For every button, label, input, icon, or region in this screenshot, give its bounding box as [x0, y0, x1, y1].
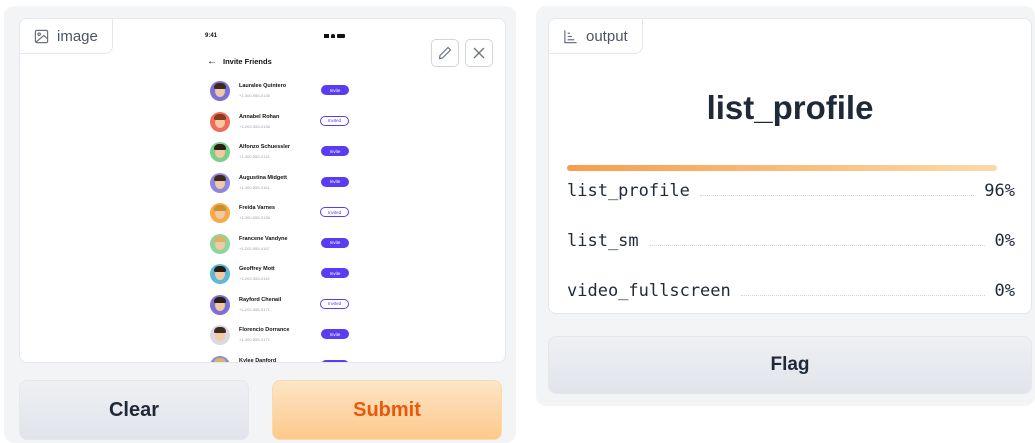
confidence-label: list_profile: [567, 181, 690, 201]
avatar: [210, 325, 230, 345]
avatar: [210, 264, 230, 284]
friend-row: Kylee Danford+1-202-555-0167Invite: [210, 355, 350, 363]
invite-button: Invite: [321, 176, 349, 187]
friend-row: Francene Vandyne +1-202-555-0167 Invite: [210, 233, 350, 265]
battery-icon: [337, 34, 345, 38]
confidence-value: 0%: [994, 281, 1015, 301]
invite-button: Invite: [321, 146, 349, 156]
output-label: output: [549, 19, 643, 54]
invite-button: Invite: [321, 329, 349, 339]
friend-phone: +1-202-555-0171: [239, 306, 270, 312]
friend-name: Rayford Chenail: [239, 296, 282, 303]
friend-row: Lauralee Quintero +1-300-555-0136 Invite: [210, 81, 350, 112]
signal-icon: [324, 34, 329, 38]
confidence-value: 96%: [984, 181, 1015, 201]
predicted-label: list_profile: [706, 89, 874, 126]
output-label-text: output: [586, 27, 628, 45]
confidence-label: video_fullscreen: [567, 281, 731, 301]
remove-image-button[interactable]: [465, 39, 493, 67]
friend-row: Augustina Midgett +1-300-555-0161 Invite: [210, 172, 350, 204]
invite-button: Invite: [321, 85, 349, 95]
dotted-leader: [648, 245, 985, 246]
invite-button: Invite: [321, 268, 349, 278]
avatar: [210, 172, 230, 193]
avatar: [210, 355, 230, 362]
invited-button: Invited: [320, 207, 349, 217]
friend-phone: +1-202-555-0136: [239, 123, 270, 129]
avatar: [210, 111, 230, 132]
confidence-row: list_profile 96%: [567, 177, 1015, 201]
uploaded-screenshot: 9:41 ← Invite Friends Lauralee Quintero +…: [185, 19, 349, 362]
back-arrow-icon: ←: [207, 56, 217, 67]
friend-name: Annabel Rohan: [239, 113, 280, 120]
close-icon: [473, 47, 485, 59]
status-icons: [324, 34, 345, 38]
friend-phone: +1-300-555-0171: [239, 337, 270, 342]
edit-button[interactable]: [431, 39, 459, 67]
avatar: [210, 233, 230, 254]
bar-chart-icon: [564, 29, 577, 43]
friend-row: Freida Varnes +1-300-555-0136 Invited: [210, 203, 350, 234]
dotted-leader: [699, 195, 975, 196]
friend-phone: +1-300-555-0161: [239, 184, 270, 190]
avatar: [210, 142, 230, 162]
clear-button[interactable]: Clear: [19, 380, 249, 440]
phone-status-bar: 9:41: [205, 33, 345, 43]
phone-nav-bar: ← Invite Friends: [207, 56, 272, 67]
label-output: output list_profile list_profile 96% lis…: [548, 18, 1032, 314]
invited-button: Invited: [320, 298, 349, 309]
output-panel: output list_profile list_profile 96% lis…: [536, 6, 1035, 406]
friend-list: Lauralee Quintero +1-300-555-0136 Invite An…: [210, 81, 350, 363]
phone-screen-title: Invite Friends: [223, 57, 272, 66]
submit-button[interactable]: Submit: [272, 380, 502, 440]
friend-name: Lauralee Quintero: [239, 83, 287, 89]
input-panel: image 9:41 ← Invite Friends Lauralee Qui…: [4, 6, 516, 443]
friend-row: Florencio Dorrance +1-300-555-0171 Invite: [210, 325, 350, 356]
friend-name: Augustina Midgett: [239, 174, 287, 181]
invite-button: Invite: [321, 359, 349, 362]
pencil-icon: [438, 46, 452, 60]
friend-name: Freida Varnes: [239, 205, 276, 211]
image-label: image: [20, 19, 113, 54]
friend-phone: +1-202-555-0167: [239, 245, 270, 251]
dotted-leader: [740, 295, 985, 296]
friend-row: Geoffrey Mott +1-202-555-0119 Invite: [210, 264, 350, 295]
friend-phone: +1-300-555-0136: [239, 93, 270, 98]
wifi-icon: [331, 34, 335, 38]
confidence-label: list_sm: [567, 231, 639, 251]
friend-phone: +1-300-555-0119: [239, 154, 270, 159]
friend-row: Rayford Chenail +1-202-555-0171 Invited: [210, 294, 350, 326]
flag-button[interactable]: Flag: [548, 336, 1032, 394]
friend-name: Geoffrey Mott: [239, 266, 275, 272]
confidence-value: 0%: [994, 231, 1015, 251]
friend-phone: +1-300-555-0136: [239, 215, 270, 220]
avatar: [210, 203, 230, 223]
friend-name: Florencio Dorrance: [239, 327, 290, 333]
avatar: [210, 294, 230, 315]
confidence-row: video_fullscreen 0%: [567, 277, 1015, 301]
image-input[interactable]: image 9:41 ← Invite Friends Lauralee Qui…: [19, 18, 506, 363]
status-time: 9:41: [205, 33, 218, 39]
image-label-text: image: [57, 27, 98, 45]
confidence-bar: [567, 165, 998, 171]
invited-button: Invited: [320, 115, 349, 126]
friend-name: Francene Vandyne: [239, 235, 288, 242]
invite-button: Invite: [321, 237, 349, 248]
friend-row: Alfonzo Schuessler +1-300-555-0119 Invite: [210, 142, 350, 173]
image-icon: [34, 29, 49, 43]
friend-phone: +1-202-555-0119: [239, 276, 270, 281]
image-toolbar: [431, 39, 493, 67]
avatar: [210, 81, 230, 101]
friend-name: Kylee Danford: [239, 357, 277, 363]
confidence-row: list_sm 0%: [567, 227, 1015, 251]
friend-row: Annabel Rohan +1-202-555-0136 Invited: [210, 111, 350, 143]
friend-name: Alfonzo Schuessler: [239, 144, 291, 150]
